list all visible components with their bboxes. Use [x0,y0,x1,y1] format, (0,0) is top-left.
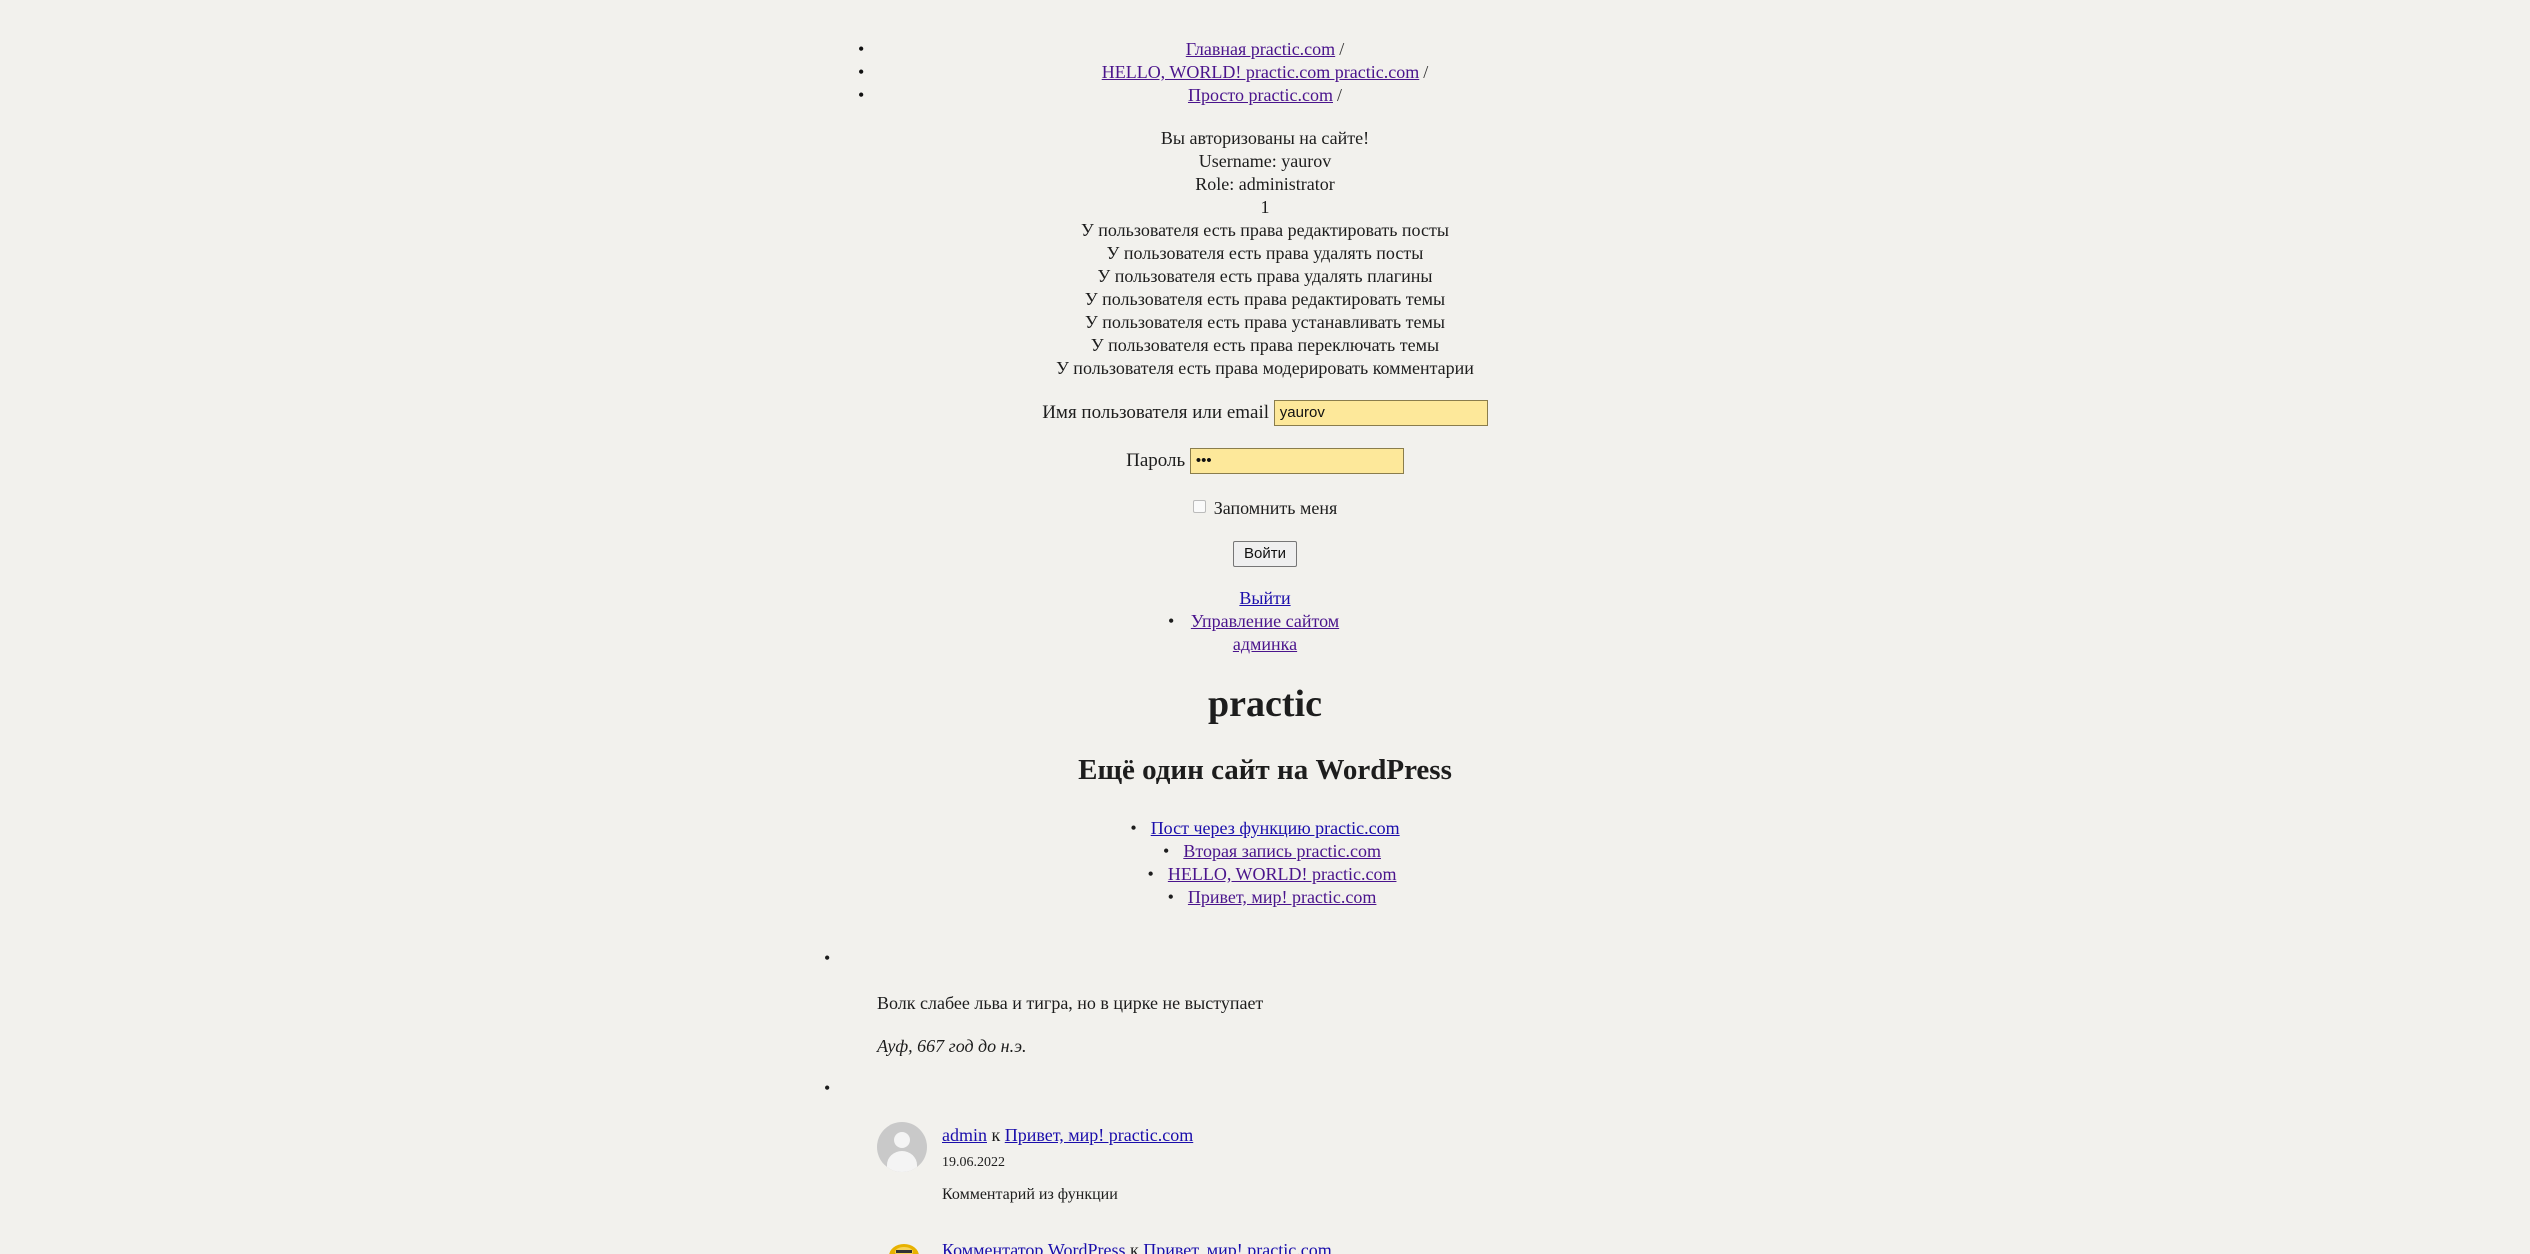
quote-text: Волк слабее льва и тигра, но в цирке не … [877,993,1264,1013]
admin-link[interactable]: админка [1233,634,1297,654]
auth-username: Username: yaurov [1198,151,1332,171]
comment-author-link[interactable]: Комментатор WordPress [942,1240,1125,1254]
list-bullet: • [1147,864,1154,884]
list-item: • Пост через функцию practic.com [0,817,2530,840]
quote-author: Ауф, 667 год до н.э. [877,1036,1027,1056]
post-link[interactable]: HELLO, WORLD! practic.com [1168,864,1397,884]
permission-item: У пользователя есть права переключать те… [1090,335,1440,355]
manage-row: • Управление сайтом [0,610,2530,633]
list-bullet: • [1168,611,1175,631]
breadcrumb-link-prosto[interactable]: Просто practic.com [1188,85,1333,105]
admin-row: админка [0,633,2530,656]
auth-info: Вы авторизованы на сайте! Username: yaur… [0,127,2530,380]
list-bullet: • [824,948,831,968]
password-label: Пароль [1126,450,1186,471]
comment-connector: к [1129,1240,1139,1254]
remember-label: Запомнить меня [1213,498,1338,518]
remember-row: Запомнить меня [0,498,2530,519]
breadcrumb-link-home[interactable]: Главная practic.com [1186,39,1335,59]
breadcrumb-item: Главная practic.com/ [840,38,1690,61]
breadcrumb: Главная practic.com/ HELLO, WORLD! pract… [840,38,1690,107]
permission-item: У пользователя есть права редактировать … [1081,220,1449,240]
breadcrumb-separator: / [1423,62,1429,82]
breadcrumb-link-hello-world[interactable]: HELLO, WORLD! practic.com practic.com [1102,62,1420,82]
posts-list: • Пост через функцию practic.com • Вторая … [0,817,2530,909]
avatar-body [887,1151,917,1172]
comment-post-link[interactable]: Привет, мир! practic.com [1143,1240,1332,1254]
password-row: Пароль ••• [0,448,2530,474]
login-button[interactable]: Войти [1233,541,1297,567]
list-item: • Вторая запись practic.com [0,840,2530,863]
admin-links: Выйти • Управление сайтом админка [0,587,2530,656]
logout-link[interactable]: Выйти [1239,588,1290,608]
avatar [877,1122,927,1172]
avatar-head [894,1132,910,1148]
permission-item: У пользователя есть права редактировать … [1084,289,1446,309]
permission-item: У пользователя есть права удалять посты [1106,243,1424,263]
comment-meta: admin к Привет, мир! practic.com [942,1125,1193,1146]
avatar [885,1238,923,1254]
permission-item: У пользователя есть права устанавливать … [1085,312,1445,332]
list-item: • Привет, мир! practic.com [0,886,2530,909]
post-link[interactable]: Пост через функцию practic.com [1151,818,1400,838]
breadcrumb-item: HELLO, WORLD! practic.com practic.com/ [840,61,1690,84]
comment-text: Комментарий из функции [942,1186,1118,1203]
auth-role: Role: administrator [1195,174,1335,194]
password-field[interactable]: ••• [1189,448,1404,474]
breadcrumb-separator: / [1337,85,1343,105]
list-bullet: • [1167,887,1174,907]
logout-row: Выйти [0,587,2530,610]
list-item: • HELLO, WORLD! practic.com [0,863,2530,886]
site-title: practic [1208,683,1322,725]
post-link[interactable]: Привет, мир! practic.com [1188,887,1377,907]
comment-author-link[interactable]: admin [942,1125,987,1145]
username-field[interactable]: yaurov [1273,400,1488,426]
breadcrumb-separator: / [1339,39,1345,59]
manage-site-link[interactable]: Управление сайтом [1191,611,1339,631]
username-label: Имя пользователя или email [1042,402,1270,423]
submit-row: Войти [0,541,2530,567]
auth-level: 1 [1260,197,1270,217]
comment-post-link[interactable]: Привет, мир! practic.com [1005,1125,1194,1145]
permission-item: У пользователя есть права удалять плагин… [1097,266,1433,286]
comment-connector: к [991,1125,1001,1145]
page: Главная practic.com/ HELLO, WORLD! pract… [0,0,2530,1254]
wapuu-icon [889,1244,919,1254]
breadcrumb-item: Просто practic.com/ [840,84,1690,107]
username-row: Имя пользователя или email yaurov [0,400,2530,426]
list-bullet: • [1163,841,1170,861]
permission-item: У пользователя есть права модерировать к… [1056,358,1474,378]
list-bullet: • [824,1078,831,1098]
list-bullet: • [1130,818,1137,838]
site-description: Ещё один сайт на WordPress [1078,754,1452,786]
comment-meta: Комментатор WordPress к Привет, мир! pra… [942,1240,1332,1254]
comment-date: 19.06.2022 [942,1155,1005,1170]
post-link[interactable]: Вторая запись practic.com [1183,841,1381,861]
remember-checkbox[interactable] [1192,500,1206,513]
auth-status: Вы авторизованы на сайте! [1160,128,1370,148]
